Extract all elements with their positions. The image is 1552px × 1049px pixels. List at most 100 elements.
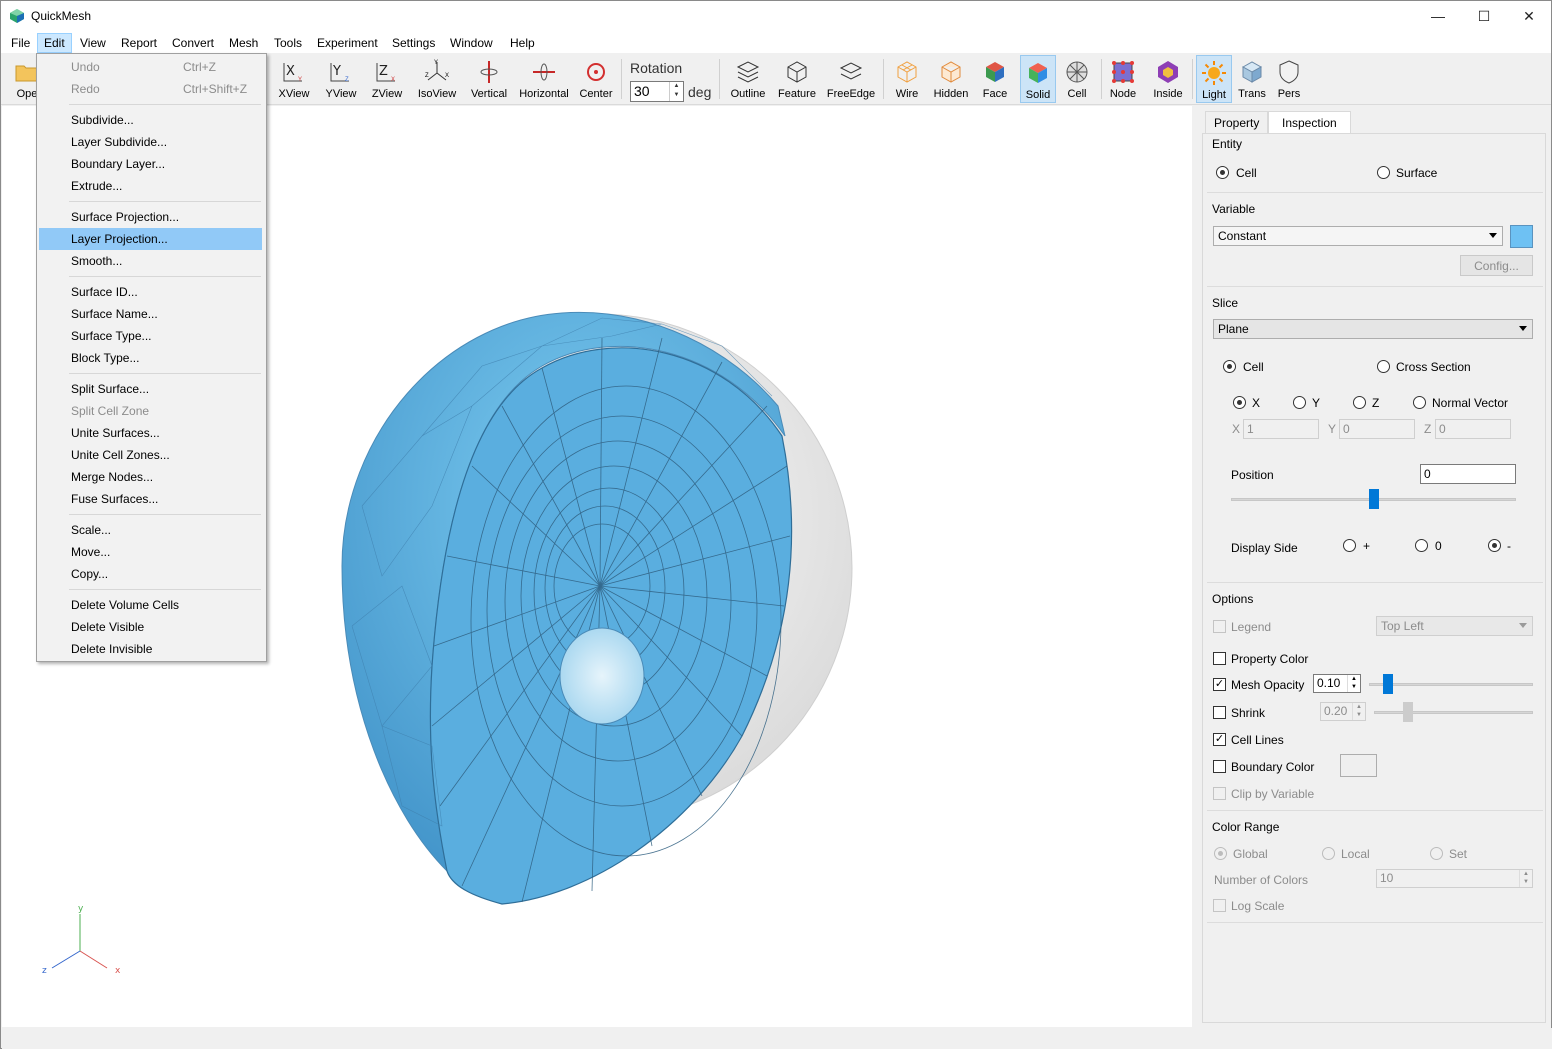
cell-button[interactable]: Cell xyxy=(1059,55,1095,103)
menu-item-unite-surfaces[interactable]: Unite Surfaces... xyxy=(39,422,262,444)
legend-checkbox[interactable] xyxy=(1213,620,1226,633)
position-slider-handle[interactable] xyxy=(1369,489,1379,509)
rotation-spinner[interactable]: ▲ ▼ xyxy=(669,82,683,101)
vec-z-field[interactable]: 0 xyxy=(1435,419,1511,439)
axis-y-radio[interactable] xyxy=(1293,396,1306,409)
spin-arrows-icon[interactable]: ▲ ▼ xyxy=(1352,703,1365,720)
property-color-checkbox[interactable] xyxy=(1213,652,1226,665)
feature-button[interactable]: Feature xyxy=(775,55,819,103)
menu-tools[interactable]: Tools xyxy=(267,33,309,53)
menu-item-block-type[interactable]: Block Type... xyxy=(39,347,262,369)
menu-item-split-cell-zone[interactable]: Split Cell Zone xyxy=(39,400,262,422)
shrink-checkbox[interactable] xyxy=(1213,706,1226,719)
close-button[interactable]: ✕ xyxy=(1506,1,1552,31)
num-colors-spinner[interactable]: 10 ▲ ▼ xyxy=(1376,869,1533,888)
display-side-minus-radio[interactable] xyxy=(1488,539,1501,552)
color-range-global-radio[interactable] xyxy=(1214,847,1227,860)
spin-arrows-icon[interactable]: ▲ ▼ xyxy=(1519,870,1532,887)
menu-item-subdivide[interactable]: Subdivide... xyxy=(39,109,262,131)
shrink-slider-track[interactable] xyxy=(1374,711,1533,714)
spin-up-icon[interactable]: ▲ xyxy=(670,82,683,91)
entity-surface-radio[interactable] xyxy=(1377,166,1390,179)
tab-property[interactable]: Property xyxy=(1205,111,1269,133)
mesh-opacity-spinner[interactable]: 0.10 ▲ ▼ xyxy=(1313,674,1361,693)
wire-button[interactable]: Wire xyxy=(888,55,926,103)
menu-experiment[interactable]: Experiment xyxy=(310,33,385,53)
vertical-rotate-button[interactable]: Vertical xyxy=(467,55,511,103)
cell-lines-checkbox[interactable]: ✓ xyxy=(1213,733,1226,746)
menu-item-copy[interactable]: Copy... xyxy=(39,563,262,585)
display-side-plus-radio[interactable] xyxy=(1343,539,1356,552)
normal-vector-radio[interactable] xyxy=(1413,396,1426,409)
color-range-local-radio[interactable] xyxy=(1322,847,1335,860)
menu-mesh[interactable]: Mesh xyxy=(222,33,265,53)
menu-item-boundary-layer[interactable]: Boundary Layer... xyxy=(39,153,262,175)
menu-edit[interactable]: Edit xyxy=(37,33,72,53)
menu-item-surface-type[interactable]: Surface Type... xyxy=(39,325,262,347)
boundary-color-swatch[interactable] xyxy=(1340,754,1377,777)
outline-button[interactable]: Outline xyxy=(728,55,768,103)
menu-item-delete-volume-cells[interactable]: Delete Volume Cells xyxy=(39,594,262,616)
menu-settings[interactable]: Settings xyxy=(385,33,442,53)
log-scale-checkbox[interactable] xyxy=(1213,899,1226,912)
menu-item-scale[interactable]: Scale... xyxy=(39,519,262,541)
menu-item-surface-name[interactable]: Surface Name... xyxy=(39,303,262,325)
position-input[interactable]: 0 xyxy=(1420,464,1516,484)
menu-item-fuse-surfaces[interactable]: Fuse Surfaces... xyxy=(39,488,262,510)
menu-item-layer-subdivide[interactable]: Layer Subdivide... xyxy=(39,131,262,153)
slice-cross-section-radio[interactable] xyxy=(1377,360,1390,373)
vec-x-field[interactable]: 1 xyxy=(1243,419,1319,439)
minimize-button[interactable]: — xyxy=(1415,1,1461,31)
shrink-slider-handle[interactable] xyxy=(1403,702,1413,722)
variable-color-swatch[interactable] xyxy=(1510,225,1533,248)
menu-item-undo[interactable]: Undo Ctrl+Z xyxy=(39,56,262,78)
hidden-button[interactable]: Hidden xyxy=(930,55,972,103)
entity-cell-radio[interactable] xyxy=(1216,166,1229,179)
horizontal-rotate-button[interactable]: Horizontal xyxy=(517,55,571,103)
isoview-button[interactable]: YZX IsoView xyxy=(414,55,460,103)
slice-cell-radio[interactable] xyxy=(1223,360,1236,373)
menu-convert[interactable]: Convert xyxy=(165,33,221,53)
clip-by-variable-checkbox[interactable] xyxy=(1213,787,1226,800)
shrink-spinner[interactable]: 0.20 ▲ ▼ xyxy=(1320,702,1366,721)
spin-down-icon[interactable]: ▼ xyxy=(670,91,683,100)
menu-window[interactable]: Window xyxy=(443,33,500,53)
yview-button[interactable]: YZ YView xyxy=(321,55,361,103)
menu-item-redo[interactable]: Redo Ctrl+Shift+Z xyxy=(39,78,262,100)
menu-file[interactable]: File xyxy=(4,33,37,53)
menu-item-unite-cell-zones[interactable]: Unite Cell Zones... xyxy=(39,444,262,466)
menu-item-surface-projection[interactable]: Surface Projection... xyxy=(39,206,262,228)
node-button[interactable]: Node xyxy=(1105,55,1141,103)
config-button[interactable]: Config... xyxy=(1460,255,1533,276)
axis-x-radio[interactable] xyxy=(1233,396,1246,409)
xview-button[interactable]: XY XView xyxy=(274,55,314,103)
tab-inspection[interactable]: Inspection xyxy=(1268,111,1351,134)
light-button[interactable]: Light xyxy=(1196,55,1232,103)
spin-arrows-icon[interactable]: ▲ ▼ xyxy=(1347,675,1360,692)
menu-item-smooth[interactable]: Smooth... xyxy=(39,250,262,272)
menu-item-surface-id[interactable]: Surface ID... xyxy=(39,281,262,303)
menu-item-split-surface[interactable]: Split Surface... xyxy=(39,378,262,400)
boundary-color-checkbox[interactable] xyxy=(1213,760,1226,773)
slice-mode-select[interactable]: Plane xyxy=(1213,319,1533,339)
menu-item-merge-nodes[interactable]: Merge Nodes... xyxy=(39,466,262,488)
menu-view[interactable]: View xyxy=(73,33,113,53)
inside-button[interactable]: Inside xyxy=(1148,55,1188,103)
mesh-opacity-checkbox[interactable]: ✓ xyxy=(1213,678,1226,691)
mesh-opacity-slider-track[interactable] xyxy=(1369,683,1533,686)
freeedge-button[interactable]: FreeEdge xyxy=(825,55,877,103)
legend-position-select[interactable]: Top Left xyxy=(1376,616,1533,636)
variable-select[interactable]: Constant xyxy=(1213,226,1503,246)
maximize-button[interactable]: ☐ xyxy=(1461,1,1507,31)
menu-item-layer-projection[interactable]: Layer Projection... xyxy=(39,228,262,250)
menu-report[interactable]: Report xyxy=(114,33,164,53)
menu-item-delete-invisible[interactable]: Delete Invisible xyxy=(39,638,262,660)
face-button[interactable]: Face xyxy=(976,55,1014,103)
zview-button[interactable]: ZX ZView xyxy=(367,55,407,103)
menu-help[interactable]: Help xyxy=(503,33,542,53)
menu-item-delete-visible[interactable]: Delete Visible xyxy=(39,616,262,638)
vec-y-field[interactable]: 0 xyxy=(1339,419,1415,439)
solid-button[interactable]: Solid xyxy=(1020,55,1056,103)
display-side-zero-radio[interactable] xyxy=(1415,539,1428,552)
color-range-set-radio[interactable] xyxy=(1430,847,1443,860)
